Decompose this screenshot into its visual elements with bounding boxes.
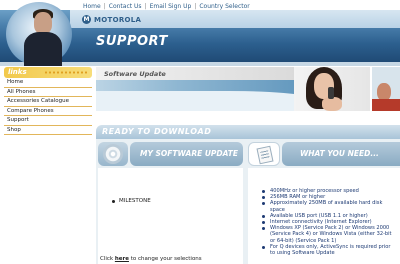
document-lines [260, 150, 270, 160]
ready-to-download-bar: READY TO DOWNLOAD [96, 125, 400, 139]
woman-arm [322, 97, 342, 111]
sidebar-item-compare-phones[interactable]: Compare Phones [4, 107, 92, 116]
sidebar-item-all-phones[interactable]: All Phones [4, 88, 92, 97]
banner-label-bar: Software Update [96, 67, 306, 80]
site-header: Home | Contact Us | Email Sign Up | Coun… [0, 0, 400, 66]
sidebar-links: Home All Phones Accessories Catalogue Co… [4, 78, 92, 135]
banner-label: Software Update [104, 70, 166, 78]
links-header: links [4, 67, 92, 78]
change-selection-text: Click here to change your selections [100, 256, 202, 262]
what-you-need-tab: WHAT YOU NEED... [282, 142, 400, 166]
motorola-logo[interactable]: M MOTOROLA [82, 15, 141, 24]
selected-device: MILESTONE [119, 198, 151, 204]
motorola-batwing-icon: M [82, 15, 91, 24]
what-you-need-panel: 400MHz or higher processor speed 256MB R… [248, 168, 400, 264]
nav-email-signup-link[interactable]: Email Sign Up [147, 3, 195, 10]
model-head [34, 12, 52, 34]
ready-to-download-title: READY TO DOWNLOAD [102, 127, 212, 136]
what-you-need-title: WHAT YOU NEED... [300, 149, 379, 158]
requirements-list: 400MHz or higher processor speed 256MB R… [262, 188, 396, 256]
change-selection-suffix: to change your selections [128, 256, 202, 262]
top-navigation: Home | Contact Us | Email Sign Up | Coun… [80, 2, 253, 10]
sidebar-item-support[interactable]: Support [4, 116, 92, 126]
my-software-update-header: MY SOFTWARE UPDATE [98, 142, 243, 166]
list-item: MILESTONE [112, 198, 151, 204]
change-selection-prefix: Click [100, 256, 115, 262]
list-item: Approximately 250MB of available hard di… [262, 200, 396, 213]
my-software-update-title: MY SOFTWARE UPDATE [140, 149, 238, 158]
document-icon-box [248, 142, 280, 166]
software-update-banner: Software Update [96, 67, 400, 111]
my-software-update-panel: MILESTONE Click here to change your sele… [98, 168, 243, 264]
cd-icon-box [98, 142, 128, 166]
my-software-update-tab: MY SOFTWARE UPDATE [130, 142, 243, 166]
what-you-need-header: WHAT YOU NEED... [248, 142, 400, 166]
sidebar-item-shop[interactable]: Shop [4, 126, 92, 135]
links-dots-decoration [44, 71, 88, 74]
man-shirt [372, 99, 400, 111]
nav-home-link[interactable]: Home [80, 3, 104, 10]
sidebar-item-home[interactable]: Home [4, 78, 92, 88]
header-model-photo [6, 2, 72, 66]
change-selection-link[interactable]: here [115, 256, 129, 262]
phone-icon [328, 87, 334, 99]
cd-icon [103, 144, 123, 164]
nav-contact-link[interactable]: Contact Us [106, 3, 145, 10]
banner-swoosh-light [96, 91, 316, 111]
nav-country-selector-link[interactable]: Country Selector [196, 3, 252, 10]
section-title: SUPPORT [96, 34, 168, 49]
sidebar-item-accessories[interactable]: Accessories Catalogue [4, 97, 92, 107]
list-item: Windows XP (Service Pack 2) or Windows 2… [262, 225, 396, 244]
list-item: For Q devices only, ActiveSync is requir… [262, 244, 396, 256]
model-body [24, 32, 62, 66]
document-icon [256, 145, 274, 165]
motorola-logo-text: MOTOROLA [94, 15, 142, 24]
bullet-icon [112, 199, 115, 203]
links-title: links [8, 68, 27, 76]
